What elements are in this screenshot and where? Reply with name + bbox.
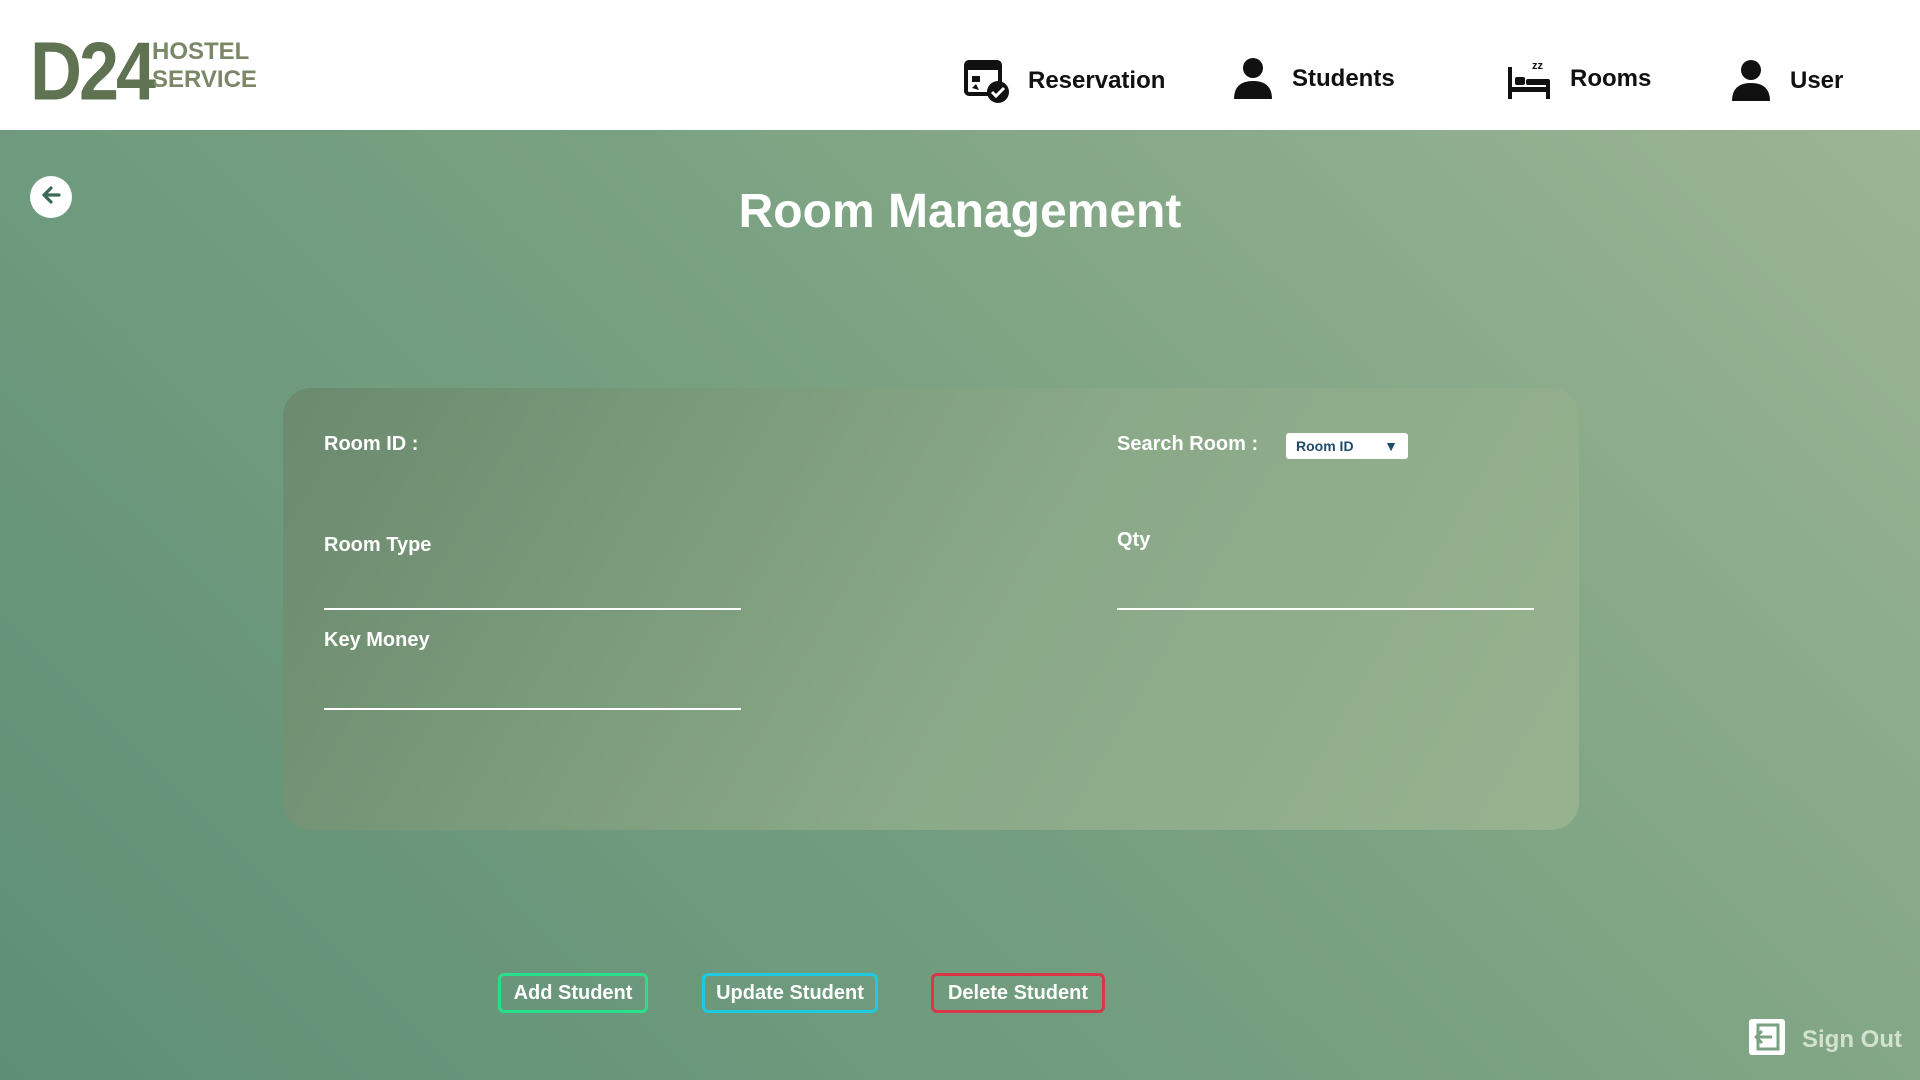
sign-out-button[interactable]: Sign Out: [1748, 1018, 1902, 1063]
person-icon: [1232, 57, 1274, 101]
brand-line-2: SERVICE: [152, 66, 257, 93]
person-icon: [1730, 59, 1772, 103]
sign-out-icon: [1748, 1018, 1786, 1063]
search-room-label: Search Room :: [1117, 433, 1259, 455]
svg-text:zz: zz: [1532, 60, 1544, 72]
nav-reservation-label: Reservation: [1028, 67, 1166, 94]
nav-students[interactable]: Students: [1232, 52, 1395, 106]
nav-students-label: Students: [1292, 65, 1395, 92]
update-student-button[interactable]: Update Student: [702, 973, 878, 1013]
triangle-down-icon: ▼: [1384, 438, 1398, 454]
brand-line-1: HOSTEL: [152, 38, 250, 65]
room-type-underline: [324, 608, 741, 610]
search-room-select[interactable]: Room ID ▼: [1286, 433, 1408, 459]
delete-student-button[interactable]: Delete Student: [931, 973, 1105, 1013]
add-student-button[interactable]: Add Student: [498, 973, 648, 1013]
room-type-label: Room Type: [324, 534, 432, 556]
page-title: Room Management: [738, 185, 1182, 238]
sign-out-label: Sign Out: [1802, 1026, 1902, 1053]
nav-user[interactable]: User: [1730, 54, 1843, 108]
qty-field[interactable]: [1117, 560, 1537, 592]
brand-name: HOSTEL SERVICE: [152, 38, 257, 94]
top-header: D24 HOSTEL SERVICE Reservation Students: [0, 0, 1920, 130]
key-money-label: Key Money: [324, 629, 430, 651]
nav-user-label: User: [1790, 67, 1844, 94]
key-money-field[interactable]: [324, 660, 744, 692]
qty-underline: [1117, 608, 1534, 610]
bed-icon: zz: [1506, 57, 1552, 101]
brand-logo: D24: [30, 25, 156, 118]
room-id-field[interactable]: [433, 428, 937, 460]
nav-rooms[interactable]: zz Rooms: [1506, 52, 1651, 106]
search-room-selected: Room ID: [1296, 438, 1354, 454]
main-content: Room Management Room ID : Search Room : …: [0, 130, 1920, 1080]
room-id-label: Room ID :: [324, 433, 419, 455]
reservation-icon: [964, 58, 1010, 104]
nav-rooms-label: Rooms: [1570, 65, 1652, 92]
qty-label: Qty: [1117, 529, 1151, 551]
room-type-field[interactable]: [324, 560, 744, 592]
key-money-underline: [324, 708, 741, 710]
nav-reservation[interactable]: Reservation: [964, 54, 1165, 108]
